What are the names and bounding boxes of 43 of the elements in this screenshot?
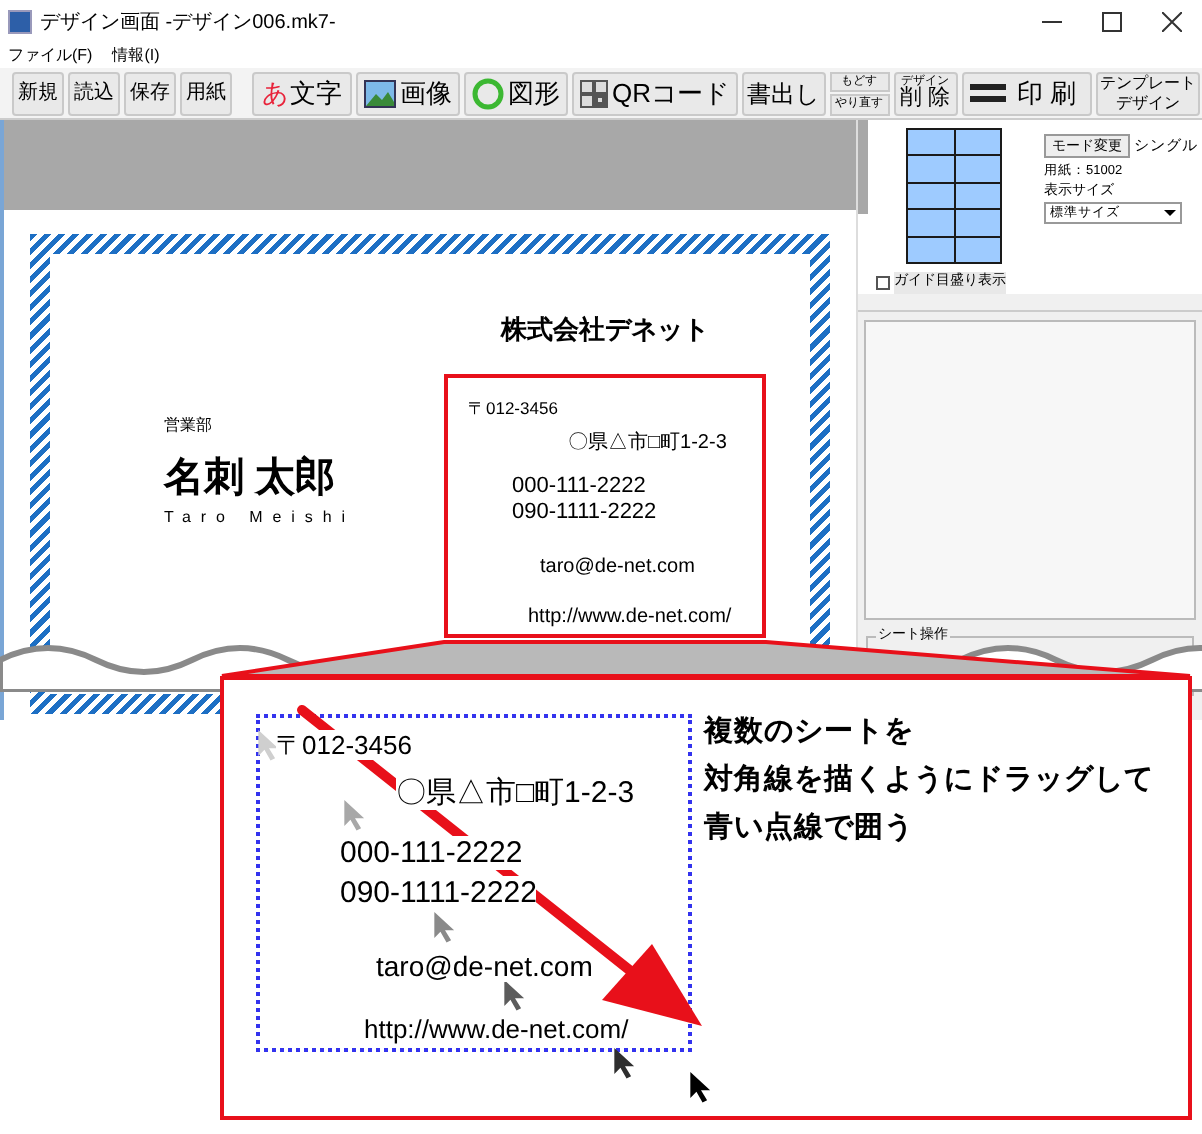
file-button[interactable]: 用紙 <box>180 71 232 115</box>
roman-name-text: Taro Meishi <box>164 506 357 530</box>
address-line: 〇県△市□町1-2-3 <box>566 429 729 455</box>
export-button[interactable]: 書出し <box>741 71 825 115</box>
cursor-icon <box>690 1072 712 1104</box>
address-line: http://www.de-net.com/ <box>526 603 734 629</box>
minimize-icon[interactable] <box>1042 20 1062 24</box>
shape-tool-button[interactable]: 図形 <box>464 71 568 115</box>
address-line: 090-1111-2222 <box>510 499 659 525</box>
cursor-icon <box>258 730 280 762</box>
address-line: taro@de-net.com <box>538 553 697 579</box>
department-text: 営業部 <box>164 414 214 438</box>
image-tool-button[interactable]: 画像 <box>356 71 460 115</box>
text-tool-button[interactable]: あ文字 <box>252 71 352 115</box>
qr-code-icon <box>580 79 608 107</box>
address-line: 000-111-2222 <box>510 473 648 499</box>
cursor-icon <box>434 912 456 944</box>
name-text: 名刺 太郎 <box>164 454 338 502</box>
landscape-icon <box>364 79 396 107</box>
cursor-icon <box>504 980 526 1012</box>
instruction-text: 青い点線で囲う <box>704 809 916 848</box>
window-title: デザイン画面 -デザイン006.mk7- <box>40 9 336 37</box>
close-icon[interactable] <box>1162 12 1182 32</box>
cursor-icon <box>344 800 366 832</box>
sheet-layout-drawing <box>906 128 1002 264</box>
menu-item[interactable]: 情報(I) <box>112 48 160 64</box>
maximize-icon[interactable] <box>1102 12 1122 32</box>
address-line: 〒012-3456 <box>466 395 560 421</box>
company-name: 株式会社デネット <box>498 312 711 348</box>
file-button[interactable]: 新規 <box>12 71 64 115</box>
template-design-button[interactable]: テンプレート デザイン <box>1096 71 1201 115</box>
instruction-text: 対角線を描くようにドラッグして <box>704 760 1154 800</box>
app-icon <box>8 10 32 34</box>
print-tool-button[interactable]: 印 刷 <box>961 71 1093 115</box>
qr-tool-button[interactable]: QRコード <box>572 71 737 115</box>
file-button[interactable]: 読込 <box>68 71 120 115</box>
menu-item[interactable]: ファイル(F) <box>8 48 93 64</box>
file-button[interactable]: 保存 <box>124 71 176 115</box>
circle-icon <box>472 77 504 109</box>
cursor-icon <box>614 1048 636 1080</box>
printer-icon <box>969 79 1005 107</box>
instruction-text: 複数のシートを <box>704 713 916 752</box>
guide-checkbox[interactable] <box>876 275 890 290</box>
